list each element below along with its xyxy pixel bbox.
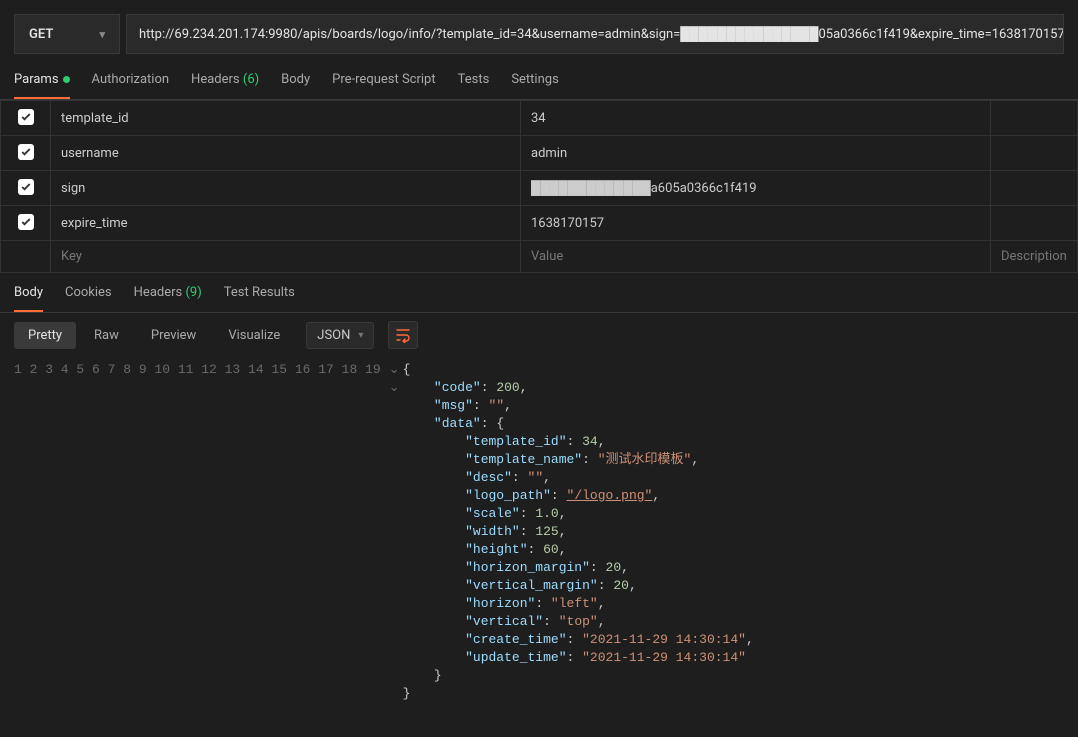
resp-tab-cookies[interactable]: Cookies: [65, 285, 112, 312]
viewmode-pretty[interactable]: Pretty: [14, 322, 76, 349]
resp-tab-test-results[interactable]: Test Results: [224, 285, 295, 312]
chevron-down-icon: ▾: [99, 28, 105, 41]
line-gutter: 1 2 3 4 5 6 7 8 9 10 11 12 13 14 15 16 1…: [0, 361, 389, 703]
param-key-cell[interactable]: sign: [51, 171, 521, 206]
param-value-placeholder[interactable]: Value: [521, 241, 991, 273]
param-key-cell[interactable]: template_id: [51, 101, 521, 136]
request-tabs: Params Authorization Headers (6) Body Pr…: [0, 54, 1078, 100]
format-select[interactable]: JSON ▾: [306, 322, 374, 349]
url-text: http://69.234.201.174:9980/apis/boards/l…: [139, 26, 1064, 42]
response-toolbar: Pretty Raw Preview Visualize JSON ▾: [0, 313, 1078, 357]
param-value-cell[interactable]: █████████████a605a0366c1f419: [521, 171, 991, 206]
chevron-down-icon: ▾: [358, 330, 363, 341]
response-tabs: Body Cookies Headers (9) Test Results: [0, 273, 1078, 313]
param-desc-placeholder[interactable]: Description: [991, 241, 1078, 273]
response-body-viewer[interactable]: 1 2 3 4 5 6 7 8 9 10 11 12 13 14 15 16 1…: [0, 357, 1078, 703]
param-value-cell[interactable]: 1638170157: [521, 206, 991, 241]
wrap-lines-button[interactable]: [388, 321, 418, 349]
param-key-cell[interactable]: username: [51, 136, 521, 171]
table-row: expire_time 1638170157: [1, 206, 1078, 241]
param-checkbox[interactable]: [18, 179, 34, 195]
viewmode-raw[interactable]: Raw: [80, 322, 133, 349]
param-desc-cell[interactable]: [991, 101, 1078, 136]
param-key-cell[interactable]: expire_time: [51, 206, 521, 241]
params-table: template_id 34 username admin sign █████…: [0, 100, 1078, 273]
param-checkbox[interactable]: [18, 214, 34, 230]
http-method-select[interactable]: GET ▾: [14, 14, 120, 54]
resp-tab-headers[interactable]: Headers (9): [134, 285, 202, 312]
table-row: username admin: [1, 136, 1078, 171]
param-desc-cell[interactable]: [991, 171, 1078, 206]
param-checkbox[interactable]: [18, 144, 34, 160]
response-code: { "code": 200, "msg": "", "data": { "tem…: [403, 361, 754, 703]
tab-settings[interactable]: Settings: [511, 72, 558, 99]
tab-body[interactable]: Body: [281, 72, 310, 99]
tab-tests[interactable]: Tests: [458, 72, 490, 99]
param-value-cell[interactable]: 34: [521, 101, 991, 136]
tab-params[interactable]: Params: [14, 72, 70, 99]
param-desc-cell[interactable]: [991, 136, 1078, 171]
table-row: sign █████████████a605a0366c1f419: [1, 171, 1078, 206]
param-value-cell[interactable]: admin: [521, 136, 991, 171]
table-row: template_id 34: [1, 101, 1078, 136]
viewmode-preview[interactable]: Preview: [137, 322, 210, 349]
resp-tab-body[interactable]: Body: [14, 285, 43, 312]
param-desc-cell[interactable]: [991, 206, 1078, 241]
tab-prerequest[interactable]: Pre-request Script: [332, 72, 435, 99]
param-checkbox[interactable]: [18, 109, 34, 125]
table-row-new: Key Value Description: [1, 241, 1078, 273]
tab-authorization[interactable]: Authorization: [92, 72, 170, 99]
viewmode-visualize[interactable]: Visualize: [214, 322, 294, 349]
params-modified-indicator: [63, 76, 70, 83]
http-method-label: GET: [29, 27, 53, 42]
url-input[interactable]: http://69.234.201.174:9980/apis/boards/l…: [126, 14, 1064, 54]
fold-column: ⌄ ⌄: [389, 361, 403, 703]
param-key-placeholder[interactable]: Key: [51, 241, 521, 273]
tab-headers[interactable]: Headers (6): [191, 72, 259, 99]
